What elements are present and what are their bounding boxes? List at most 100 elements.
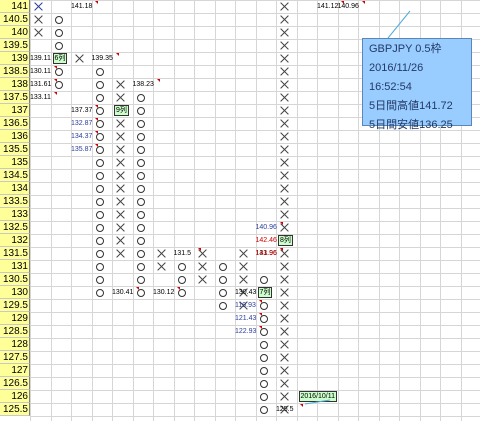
o-mark bbox=[94, 221, 107, 234]
grid-col-line bbox=[30, 0, 31, 421]
row-label[interactable]: 140 bbox=[0, 26, 30, 39]
column-callout[interactable]: 9列 bbox=[114, 105, 129, 116]
row-label[interactable]: 131 bbox=[0, 260, 30, 273]
row-label[interactable]: 125.5 bbox=[0, 403, 30, 416]
column-callout[interactable]: 2016/10/11 bbox=[298, 391, 338, 402]
x-mark bbox=[237, 273, 250, 286]
row-label[interactable]: 129.5 bbox=[0, 299, 30, 312]
o-mark bbox=[258, 338, 271, 351]
row-label[interactable]: 132 bbox=[0, 234, 30, 247]
x-mark bbox=[278, 364, 291, 377]
comment-indicator bbox=[259, 313, 262, 316]
spreadsheet[interactable]: 141 140.5 140 139.5 139 138.5 138 137.5 137 136.5… bbox=[0, 0, 480, 421]
price-label: 134.37 bbox=[71, 133, 93, 140]
price-label: 131.61 bbox=[30, 81, 52, 88]
o-mark bbox=[258, 377, 271, 390]
column-callout[interactable]: 7列 bbox=[257, 287, 273, 298]
row-label[interactable]: 138.5 bbox=[0, 65, 30, 78]
row-label[interactable]: 136.5 bbox=[0, 117, 30, 130]
row-label[interactable]: 130 bbox=[0, 286, 30, 299]
row-label[interactable]: 137 bbox=[0, 104, 30, 117]
row-label[interactable]: 134.5 bbox=[0, 169, 30, 182]
row-label[interactable]: 127.5 bbox=[0, 351, 30, 364]
comment-indicator bbox=[361, 1, 365, 4]
x-mark bbox=[237, 260, 250, 273]
price-label: 138.23 bbox=[132, 81, 154, 88]
column-callout[interactable]: 6列 bbox=[52, 53, 68, 64]
x-mark bbox=[278, 0, 291, 13]
o-mark bbox=[135, 117, 148, 130]
x-mark bbox=[114, 78, 127, 91]
info-low: 5日間安値136.25 bbox=[369, 119, 453, 131]
row-label[interactable]: 128.5 bbox=[0, 325, 30, 338]
row-label[interactable]: 126.5 bbox=[0, 377, 30, 390]
row-label[interactable]: 139 bbox=[0, 52, 30, 65]
o-mark bbox=[135, 169, 148, 182]
column-callout[interactable]: 8列 bbox=[278, 235, 293, 246]
comment-indicator bbox=[115, 53, 119, 56]
x-mark bbox=[278, 377, 291, 390]
x-mark bbox=[278, 351, 291, 364]
x-mark bbox=[114, 117, 127, 130]
x-mark bbox=[32, 13, 45, 26]
o-mark bbox=[176, 273, 189, 286]
x-mark bbox=[278, 338, 291, 351]
comment-indicator bbox=[54, 92, 57, 95]
x-mark bbox=[32, 0, 45, 13]
row-label[interactable]: 130.5 bbox=[0, 273, 30, 286]
price-label: 141.12 bbox=[317, 3, 339, 10]
o-mark bbox=[53, 39, 66, 52]
x-mark bbox=[278, 325, 291, 338]
x-mark bbox=[114, 143, 127, 156]
row-label[interactable]: 140.5 bbox=[0, 13, 30, 26]
o-mark bbox=[135, 130, 148, 143]
price-label: 139.11 bbox=[30, 55, 51, 62]
comment-indicator bbox=[95, 105, 98, 108]
row-label[interactable]: 135.5 bbox=[0, 143, 30, 156]
row-label[interactable]: 134 bbox=[0, 182, 30, 195]
row-label[interactable]: 139.5 bbox=[0, 39, 30, 52]
x-mark bbox=[278, 39, 291, 52]
row-label[interactable]: 133.5 bbox=[0, 195, 30, 208]
price-label: 141.18 bbox=[71, 3, 93, 10]
price-label: 130.12 bbox=[153, 289, 175, 296]
row-label[interactable]: 133 bbox=[0, 208, 30, 221]
x-mark bbox=[196, 273, 209, 286]
price-label: 130.41 bbox=[112, 289, 134, 296]
grid-col-line bbox=[112, 0, 113, 421]
comment-indicator bbox=[136, 287, 139, 290]
row-label[interactable]: 128 bbox=[0, 338, 30, 351]
o-mark bbox=[135, 182, 148, 195]
row-label[interactable]: 126 bbox=[0, 390, 30, 403]
x-mark bbox=[278, 143, 291, 156]
row-label[interactable]: 129 bbox=[0, 312, 30, 325]
o-mark bbox=[94, 65, 107, 78]
row-label[interactable]: 137.5 bbox=[0, 91, 30, 104]
row-label[interactable]: 136 bbox=[0, 130, 30, 143]
x-mark bbox=[114, 130, 127, 143]
info-box[interactable]: GBPJPY 0.5枠 2016/11/26 16:52:54 5日間高値141… bbox=[362, 38, 472, 131]
price-label: 132.87 bbox=[71, 120, 93, 127]
row-label[interactable]: 135 bbox=[0, 156, 30, 169]
comment-indicator bbox=[177, 287, 180, 290]
o-mark bbox=[135, 234, 148, 247]
comment-indicator bbox=[279, 222, 283, 225]
o-mark bbox=[258, 364, 271, 377]
row-label[interactable]: 141 bbox=[0, 0, 30, 13]
o-mark bbox=[217, 273, 230, 286]
x-mark bbox=[114, 247, 127, 260]
x-mark bbox=[278, 13, 291, 26]
row-label[interactable]: 138 bbox=[0, 78, 30, 91]
comment-indicator bbox=[259, 300, 262, 303]
x-mark bbox=[73, 52, 86, 65]
row-label[interactable]: 131.5 bbox=[0, 247, 30, 260]
row-label[interactable]: 127 bbox=[0, 364, 30, 377]
comment-indicator bbox=[95, 131, 98, 134]
o-mark bbox=[94, 234, 107, 247]
comment-indicator bbox=[95, 1, 98, 4]
o-mark bbox=[135, 247, 148, 260]
row-label[interactable]: 132.5 bbox=[0, 221, 30, 234]
x-mark bbox=[114, 208, 127, 221]
x-mark bbox=[114, 156, 127, 169]
x-mark bbox=[114, 221, 127, 234]
